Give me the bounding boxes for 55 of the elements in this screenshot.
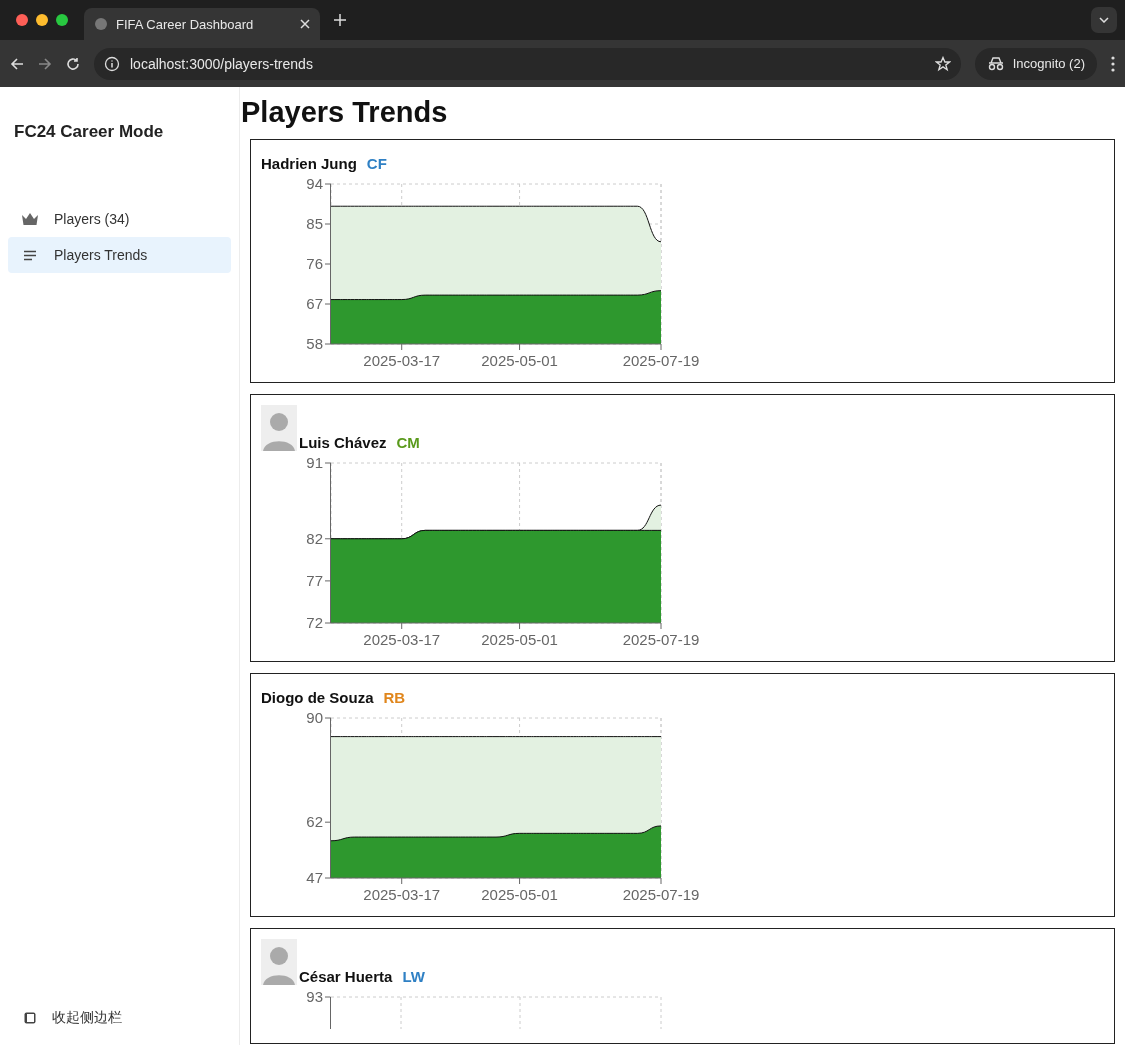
tab-title: FIFA Career Dashboard xyxy=(116,16,255,32)
star-icon[interactable] xyxy=(934,55,951,72)
player-name: Luis Chávez xyxy=(299,434,387,451)
more-icon[interactable] xyxy=(1111,55,1115,72)
axis-label: 72 xyxy=(306,614,323,631)
player-name: César Huerta xyxy=(299,968,393,985)
axis-label: 2025-03-17 xyxy=(363,886,441,902)
axis-label: 2025-07-19 xyxy=(622,352,700,368)
player-name: Diogo de Souza xyxy=(261,689,374,706)
browser-tab[interactable]: FIFA Career Dashboard xyxy=(84,8,320,40)
sidebar-icon xyxy=(24,1012,36,1024)
address-bar[interactable]: localhost:3000/players-trends xyxy=(94,47,961,80)
app-title: FC24 Career Mode xyxy=(14,122,165,142)
position-label: CF xyxy=(366,155,387,172)
axis-label: 93 xyxy=(306,989,323,1005)
axis-label: 85 xyxy=(306,215,323,232)
page-title: Players Trends xyxy=(241,96,449,129)
new-tab-icon[interactable] xyxy=(334,14,346,26)
axis-label: 94 xyxy=(306,176,323,192)
axis-label: 2025-05-01 xyxy=(481,352,558,368)
axis-label: 82 xyxy=(306,529,323,547)
axis-label: 62 xyxy=(306,813,323,831)
player-name: Hadrien Jung xyxy=(261,155,357,172)
position-label: RB xyxy=(383,689,406,706)
axis-label: 58 xyxy=(306,335,323,352)
nav-item[interactable]: Players Trends xyxy=(8,237,231,273)
axis-label: 67 xyxy=(306,295,323,312)
window-controls[interactable] xyxy=(16,14,68,26)
axis-label: 91 xyxy=(306,455,323,471)
axis-label: 2025-03-17 xyxy=(363,631,441,647)
crown-icon xyxy=(21,212,39,226)
forward-icon[interactable] xyxy=(38,56,52,71)
tab-menu-button[interactable] xyxy=(1091,7,1117,33)
axis-label: 2025-05-01 xyxy=(481,886,558,902)
incognito-button[interactable]: Incognito (2) xyxy=(974,47,1097,80)
reload-icon[interactable] xyxy=(66,56,80,71)
info-icon xyxy=(104,55,120,72)
position-label: CM xyxy=(396,434,420,451)
incognito-icon xyxy=(986,56,1005,71)
axis-label: 90 xyxy=(306,710,323,726)
collapse-sidebar-button[interactable]: 收起侧边栏 xyxy=(8,1009,231,1027)
axis-label: 2025-03-17 xyxy=(363,352,441,368)
caret-icon xyxy=(1099,17,1109,23)
position-label: LW xyxy=(402,968,425,985)
axis-label: 2025-07-19 xyxy=(622,886,700,902)
axis-label: 2025-07-19 xyxy=(622,631,700,647)
back-icon[interactable] xyxy=(10,56,24,71)
axis-label: 76 xyxy=(306,255,323,272)
close-icon[interactable] xyxy=(300,19,310,29)
axis-label: 77 xyxy=(306,571,323,589)
url-text: localhost:3000/players-trends xyxy=(130,55,314,72)
list-icon xyxy=(23,249,37,261)
axis-label: 2025-05-01 xyxy=(481,631,558,647)
axis-label: 47 xyxy=(306,869,323,886)
nav-item[interactable]: Players (34) xyxy=(8,201,231,237)
